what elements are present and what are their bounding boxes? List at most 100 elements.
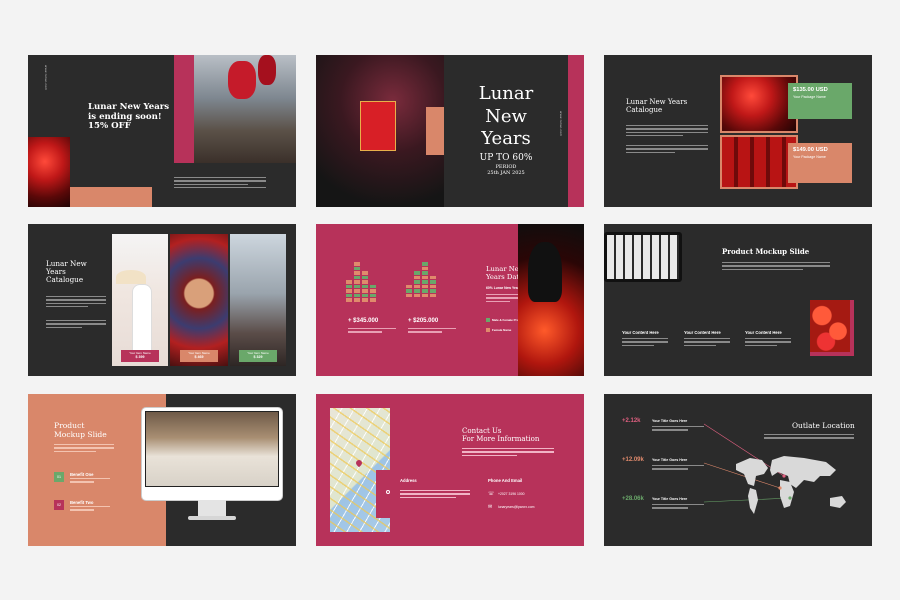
- tea-photo: [145, 411, 279, 487]
- title-line: Catalogue: [626, 105, 663, 114]
- bar-segment: [370, 298, 376, 302]
- salmon-block: [70, 187, 152, 207]
- legend-label-2: Female Name: [492, 328, 512, 332]
- phone-icon: ☏: [488, 491, 495, 497]
- chart-bar: [430, 275, 436, 297]
- benefit-badge-1: 01: [54, 472, 64, 482]
- monitor-stand: [198, 500, 226, 516]
- bar-segment: [422, 271, 428, 275]
- tablet-mockup: [604, 232, 682, 282]
- item-price: $ 469: [194, 355, 204, 359]
- chart-bar: [422, 262, 428, 297]
- bar-segment: [354, 275, 360, 279]
- figure: [132, 284, 152, 354]
- title-line: Lunar: [478, 83, 534, 104]
- bar-segment: [414, 289, 420, 293]
- silhouette: [528, 242, 562, 302]
- slide-5[interactable]: + $345.000 + $205.000 Lunar New Years Da…: [316, 224, 584, 376]
- price-value: $135.00 USD: [793, 87, 828, 93]
- bar-segment: [422, 289, 428, 293]
- slide-7[interactable]: Product Mockup Slide 01 Benefit One 02 B…: [28, 394, 296, 546]
- item-price: $ 399: [135, 355, 145, 359]
- bar-chart-2: [406, 262, 436, 297]
- email-icon: ✉: [488, 504, 493, 510]
- bar-segment: [430, 284, 436, 288]
- blossom-tree-photo: [316, 55, 444, 207]
- bar-segment: [422, 293, 428, 297]
- salmon-block: [426, 107, 444, 155]
- slide-3[interactable]: Lunar New Years Catalogue $135.00 USD Yo…: [604, 55, 872, 207]
- bar-segment: [406, 289, 412, 293]
- bar-segment: [422, 280, 428, 284]
- body-text-lines: [174, 177, 266, 190]
- bar-chart-1: [346, 262, 376, 302]
- bar-segment: [414, 271, 420, 275]
- item-price: $ 329: [253, 355, 263, 359]
- stat-value-1: + $345.000: [348, 318, 379, 324]
- title-line: Mockup Slide: [54, 429, 107, 439]
- address-lines: [400, 490, 470, 500]
- bar-segment: [406, 293, 412, 297]
- address-label: Address: [400, 478, 417, 483]
- monitor-mockup: [142, 408, 282, 500]
- slide-2[interactable]: Lunar New Years UP TO 60% PERIOD 25th JA…: [316, 55, 584, 207]
- neon-silhouette-photo: [518, 224, 584, 376]
- bar-segment: [422, 262, 428, 266]
- stat-value-2: + $205.000: [408, 318, 439, 324]
- price-box-1[interactable]: $135.00 USD Your Package Name: [788, 83, 852, 119]
- slide4-title: Lunar New Years Catalogue: [46, 259, 87, 284]
- email-address[interactable]: lunaryears@lpworx.com: [498, 505, 534, 509]
- body-text-lines: [348, 328, 396, 335]
- slide7-title: Product Mockup Slide: [54, 421, 107, 439]
- item-tag-3[interactable]: Your Item Name $ 329: [239, 350, 277, 362]
- opera-costume-photo: [170, 234, 228, 366]
- title-line: 15% OFF: [88, 121, 131, 132]
- body-text-lines: [46, 296, 106, 309]
- phone-number[interactable]: +2027 3196 1000: [498, 492, 525, 496]
- content-col-1-title: Your Content Here: [622, 330, 659, 335]
- bar-segment: [354, 284, 360, 288]
- body-text-lines: [722, 262, 830, 272]
- bar-segment: [362, 298, 368, 302]
- lantern-photo: [720, 75, 798, 133]
- package-name: Your Package Name: [793, 154, 826, 159]
- slide-9[interactable]: Outlate Location +2.12k Your Title Goes …: [604, 394, 872, 546]
- body-text-lines: [745, 338, 791, 348]
- lady-umbrella-photo: [112, 234, 168, 366]
- bar-segment: [430, 293, 436, 297]
- bar-segment: [370, 284, 376, 288]
- body-text-lines: [46, 320, 106, 330]
- hanging-lantern: [228, 61, 256, 99]
- red-lanterns-photo: [720, 135, 798, 189]
- body-text-lines: [622, 338, 668, 348]
- slide-8[interactable]: Address Contact Us For More Information …: [316, 394, 584, 546]
- legend-swatch-2: [486, 328, 490, 332]
- slide2-title: Lunar New Years: [456, 83, 556, 151]
- benefit-badge-2: 02: [54, 500, 64, 510]
- location-dot: [778, 486, 782, 490]
- bar-segment: [362, 280, 368, 284]
- slide-1[interactable]: www.lunar.com Lunar New Years is ending …: [28, 55, 296, 207]
- body-text-lines: [626, 125, 708, 138]
- world-map-icon: [736, 456, 846, 514]
- umbrella: [116, 270, 146, 284]
- item-tag-1[interactable]: Your Item Name $ 399: [121, 350, 159, 362]
- bar-segment: [430, 280, 436, 284]
- bar-segment: [406, 284, 412, 288]
- bar-segment: [354, 289, 360, 293]
- pink-side-bar: [568, 55, 584, 207]
- bar-segment: [362, 275, 368, 279]
- price-box-2[interactable]: $149.00 USD Your Package Name: [788, 143, 852, 183]
- slide-6[interactable]: Product Mockup Slide Your Content Here Y…: [604, 224, 872, 376]
- item-tag-2[interactable]: Your Item Name $ 469: [180, 350, 218, 362]
- chart-bar: [406, 284, 412, 297]
- slide-4[interactable]: Lunar New Years Catalogue Your Item Name…: [28, 224, 296, 376]
- bar-segment: [362, 289, 368, 293]
- connector-line-3: [703, 497, 791, 503]
- bar-segment: [346, 280, 352, 284]
- body-text-lines: [462, 448, 554, 458]
- slide1-vertical-text: www.lunar.com: [44, 65, 48, 91]
- bar-segment: [414, 280, 420, 284]
- content-col-2-title: Your Content Here: [684, 330, 721, 335]
- title-line: New: [485, 105, 527, 127]
